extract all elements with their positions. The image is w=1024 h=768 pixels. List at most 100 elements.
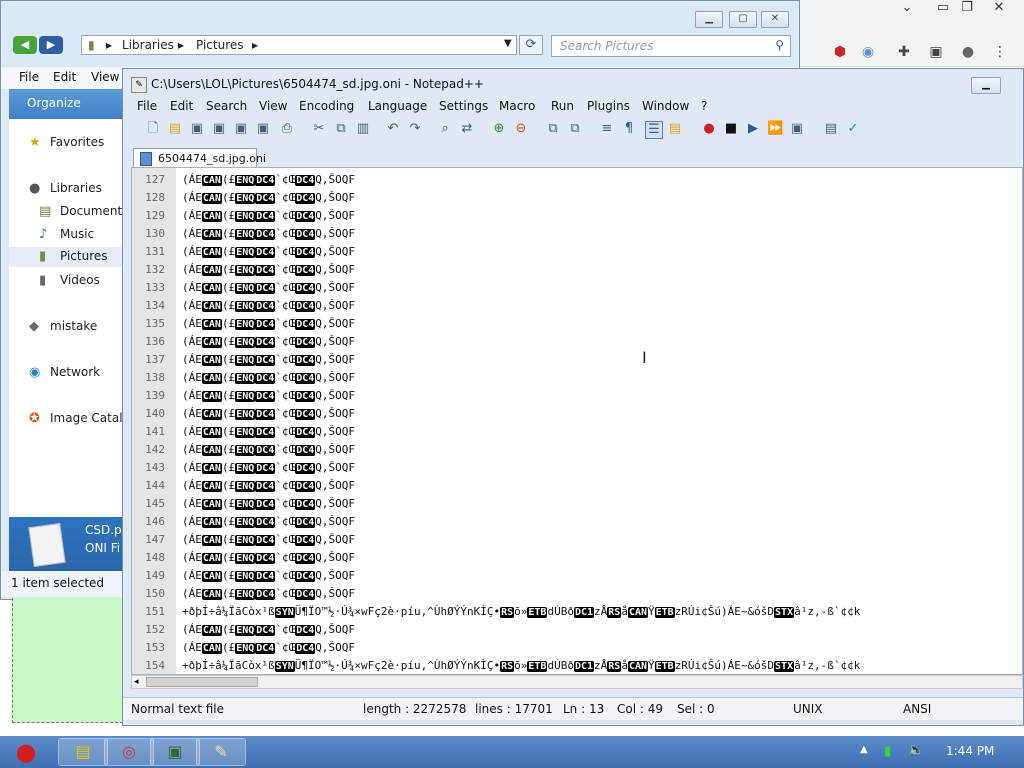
redo-icon[interactable]: ↷ [407,121,423,137]
editor-line[interactable]: 140 (ÁECAN(£ENQ DC4`¢ŒDC4Q,ŠOQF [132,405,1022,423]
horizontal-scrollbar[interactable]: ◂ [131,675,1023,689]
open-file-icon[interactable]: ▤ [167,121,183,137]
start-button-angry-bird-icon[interactable]: ● [4,736,48,768]
refresh-icon[interactable]: ⟳ [519,35,543,55]
copy-icon[interactable]: ⧉ [333,121,349,137]
explorer-close-button[interactable]: ✕ [761,11,789,28]
show-hidden-icons-icon[interactable]: ▲ [860,744,868,755]
cut-icon[interactable]: ✂ [311,121,327,137]
nav-pictures[interactable]: ▮ Pictures [9,247,123,267]
new-file-icon[interactable]: 🗋 [145,121,161,137]
stop-macro-icon[interactable]: ■ [723,121,739,137]
editor-line[interactable]: 139 (ÁECAN(£ENQ DC4`¢ŒDC4Q,ŠOQF [132,387,1022,405]
extension-icon[interactable]: ◉ [860,44,876,60]
editor-line[interactable]: 153 (ÁECAN(£ENQ DC4`¢ŒDC4Q,ŠOQF [132,639,1022,657]
npp-menu-window[interactable]: Window [642,99,689,113]
editor-line[interactable]: 152 (ÁECAN(£ENQ DC4`¢ŒDC4Q,ŠOQF [132,621,1022,639]
nav-libraries[interactable]: ● Libraries [9,179,123,199]
find-icon[interactable]: ⌕ [437,121,453,137]
npp-menu-search[interactable]: Search [206,99,247,113]
npp-menu-edit[interactable]: Edit [170,99,193,113]
address-bar[interactable]: ▮ ▸ Libraries ▸ Pictures ▸ ▼ [81,35,517,55]
menu-view[interactable]: View [91,70,119,84]
taskbar-notepadpp-icon[interactable]: ✎ [196,738,246,766]
npp-menu-language[interactable]: Language [368,99,427,113]
npp-menu-run[interactable]: Run [551,99,574,113]
editor-line[interactable]: 149 (ÁECAN(£ENQ DC4`¢ŒDC4Q,ŠOQF [132,567,1022,585]
editor-line[interactable]: 131 (ÁECAN(£ENQ DC4`¢ŒDC4Q,ŠOQF [132,243,1022,261]
editor-line[interactable]: 137 (ÁECAN(£ENQ DC4`¢ŒDC4Q,ŠOQF [132,351,1022,369]
search-input[interactable]: Search Pictures ⚲ [551,35,791,57]
spellcheck-icon[interactable]: ✓ [845,121,861,137]
chevron-down-icon[interactable]: ⌄ [892,0,922,18]
npp-menu-view[interactable]: View [259,99,287,113]
nav-network[interactable]: ◉ Network [9,363,123,383]
volume-icon[interactable]: 🔈 [908,743,924,758]
clock[interactable]: 1:44 PM [946,744,994,758]
editor-line[interactable]: 143 (ÁECAN(£ENQ DC4`¢ŒDC4Q,ŠOQF [132,459,1022,477]
organize-button[interactable]: Organize [27,96,81,110]
editor-line[interactable]: 133 (ÁECAN(£ENQ DC4`¢ŒDC4Q,ŠOQF [132,279,1022,297]
forward-icon[interactable]: ▶ [39,36,63,54]
editor-line[interactable]: 127 (ÁECAN(£ENQ DC4`¢ŒDC4Q,ŠOQF [132,171,1022,189]
play-macro-icon[interactable]: ▶ [745,121,761,137]
record-macro-icon[interactable]: ● [701,121,717,137]
show-all-chars-icon[interactable]: ¶ [621,121,637,137]
taskbar-chrome-icon[interactable]: ◎ [104,738,154,766]
profile-icon[interactable]: ● [960,44,976,60]
editor-line[interactable]: 145 (ÁECAN(£ENQ DC4`¢ŒDC4Q,ŠOQF [132,495,1022,513]
sidepanel-icon[interactable]: ▣ [928,44,944,60]
scroll-left-icon[interactable]: ◂ [134,676,139,688]
scrollbar-thumb[interactable] [146,677,258,687]
editor-line[interactable]: 135 (ÁECAN(£ENQ DC4`¢ŒDC4Q,ŠOQF [132,315,1022,333]
npp-menu-file[interactable]: File [137,99,157,113]
nav-music[interactable]: ♪ Music [9,225,123,245]
function-list-icon[interactable]: ▤ [823,121,839,137]
npp-menu-encoding[interactable]: Encoding [299,99,354,113]
back-icon[interactable]: ◀ [13,36,37,54]
npp-menu-plugins[interactable]: Plugins [587,99,630,113]
more-icon[interactable]: ⋮ [992,44,1008,60]
print-icon[interactable]: ⎙ [279,121,295,137]
close-icon[interactable]: ✕ [984,0,1014,18]
sync-horizontal-icon[interactable]: ⧉ [567,121,583,137]
npp-menu-help[interactable]: ? [701,99,707,113]
close-file-icon[interactable]: ▣ [233,121,249,137]
editor-line[interactable]: 134 (ÁECAN(£ENQ DC4`¢ŒDC4Q,ŠOQF [132,297,1022,315]
npp-minimize-button[interactable]: ▁ [971,77,1001,94]
folder-workspace-icon[interactable]: ▤ [667,121,683,137]
close-all-icon[interactable]: ▣ [255,121,271,137]
save-macro-icon[interactable]: ▣ [789,121,805,137]
puzzle-icon[interactable]: ✚ [896,44,912,60]
explorer-minimize-button[interactable]: ▁ [695,11,723,28]
restore-icon[interactable]: ❐ [952,0,982,18]
editor-line[interactable]: 146 (ÁECAN(£ENQ DC4`¢ŒDC4Q,ŠOQF [132,513,1022,531]
breadcrumb-libraries[interactable]: Libraries [122,38,174,52]
taskbar-app-icon[interactable]: ▣ [150,738,200,766]
save-icon[interactable]: ▣ [189,121,205,137]
editor-line[interactable]: 144 (ÁECAN(£ENQ DC4`¢ŒDC4Q,ŠOQF [132,477,1022,495]
undo-icon[interactable]: ↶ [385,121,401,137]
editor-line[interactable]: 148 (ÁECAN(£ENQ DC4`¢ŒDC4Q,ŠOQF [132,549,1022,567]
editor-line[interactable]: 142 (ÁECAN(£ENQ DC4`¢ŒDC4Q,ŠOQF [132,441,1022,459]
taskbar-explorer-icon[interactable]: ▤ [58,738,108,766]
battery-icon[interactable]: ▮ [884,744,891,759]
breadcrumb-pictures[interactable]: Pictures [196,38,244,52]
editor-line[interactable]: 138 (ÁECAN(£ENQ DC4`¢ŒDC4Q,ŠOQF [132,369,1022,387]
editor-line[interactable]: 141 (ÁECAN(£ENQ DC4`¢ŒDC4Q,ŠOQF [132,423,1022,441]
editor-line[interactable]: 130 (ÁECAN(£ENQ DC4`¢ŒDC4Q,ŠOQF [132,225,1022,243]
editor-line[interactable]: 132 (ÁECAN(£ENQ DC4`¢ŒDC4Q,ŠOQF [132,261,1022,279]
nav-mistake[interactable]: ◆ mistake [9,317,123,337]
editor-line[interactable]: 147 (ÁECAN(£ENQ DC4`¢ŒDC4Q,ŠOQF [132,531,1022,549]
play-multiple-icon[interactable]: ⏩ [767,121,783,137]
nav-image-catalog[interactable]: ✪ Image Catalo [9,409,130,429]
zoom-in-icon[interactable]: ⊕ [491,121,507,137]
word-wrap-icon[interactable]: ≡ [599,121,615,137]
editor-line[interactable]: 151 +ðþÍ÷â¼ÏãCòx¹ßSYNÜ¶ÏO™½·Ú¾×wFç2è·píu,… [132,603,1022,621]
editor-line[interactable]: 129 (ÁECAN(£ENQ DC4`¢ŒDC4Q,ŠOQF [132,207,1022,225]
nav-favorites[interactable]: ★ Favorites [9,133,123,153]
file-tab[interactable]: 6504474_sd.jpg.oni [133,148,266,167]
ublock-extension-icon[interactable]: ⬢ [832,44,848,60]
explorer-maximize-button[interactable]: ▢ [729,11,757,28]
nav-documents[interactable]: ▤ Documents [9,202,128,222]
